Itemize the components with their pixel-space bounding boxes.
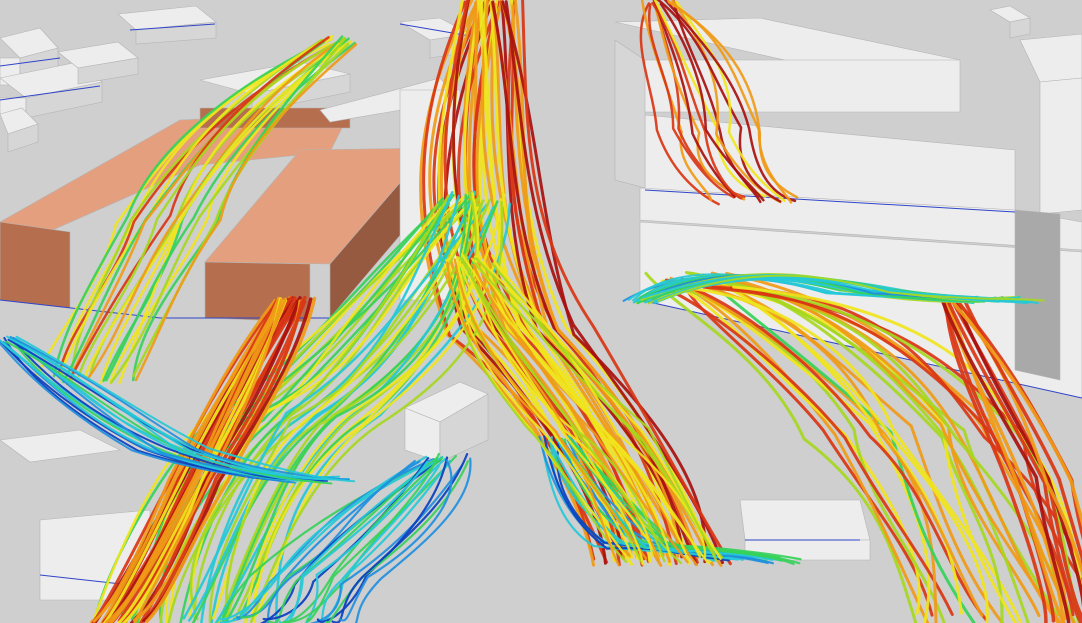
- cfd-streamline-visualization: [0, 0, 1082, 623]
- viewport-3d: [0, 0, 1082, 623]
- building-lower-right: [739, 499, 871, 561]
